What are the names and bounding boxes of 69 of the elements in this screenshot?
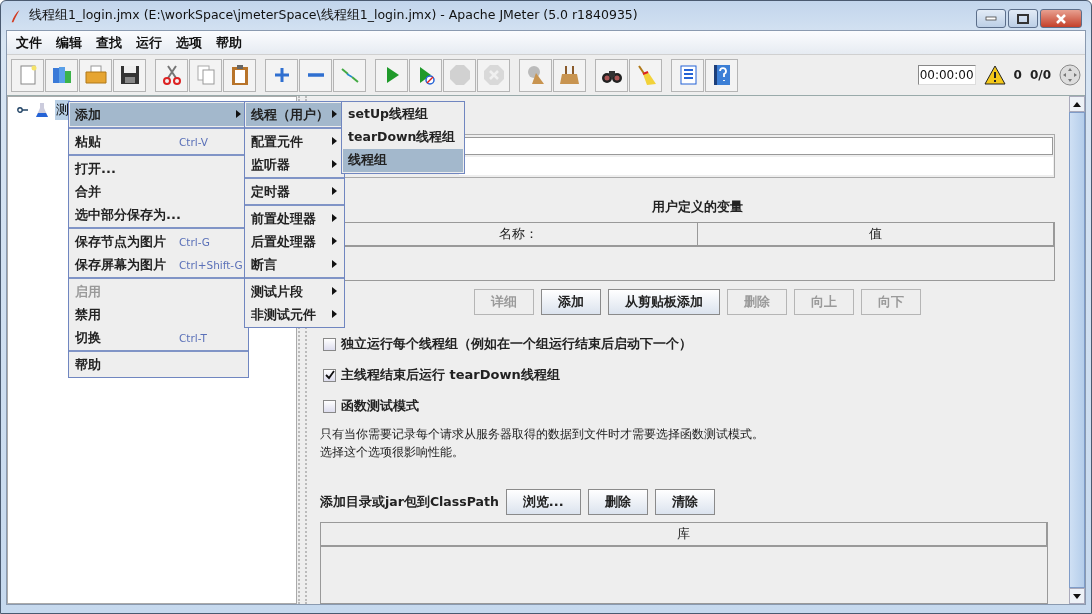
key-icon[interactable] xyxy=(17,106,29,114)
menu-item[interactable]: 切换 Ctrl-T xyxy=(70,326,247,349)
menu-item[interactable]: 选项 xyxy=(169,33,209,52)
checkbox[interactable] xyxy=(323,399,336,413)
restore-icon xyxy=(1017,13,1029,24)
menu-item[interactable]: 后置处理器 xyxy=(246,230,343,253)
classpath-button[interactable]: 删除 xyxy=(587,489,648,515)
minus-icon xyxy=(307,73,324,77)
table-button[interactable]: 从剪贴板添加 xyxy=(608,289,720,315)
menu-item[interactable]: tearDown线程组 xyxy=(343,126,463,149)
menu-item[interactable]: 文件 xyxy=(9,33,49,52)
checkbox-label: 函数测试模式 xyxy=(341,397,419,415)
scroll-up-button[interactable] xyxy=(1069,96,1085,112)
menu-item[interactable]: 线程组 xyxy=(343,149,463,172)
error-count: 0 xyxy=(1013,68,1022,82)
warning-icon[interactable] xyxy=(983,65,1006,85)
section-title: 用户定义的变量 xyxy=(651,198,744,216)
elapsed-time: 00:00:00 xyxy=(917,65,976,85)
menu-item[interactable]: 打开... xyxy=(70,157,247,180)
menu-item[interactable]: 选中部分保存为... xyxy=(70,203,247,226)
up-arrow-icon xyxy=(1073,101,1081,107)
octagon-x-icon xyxy=(481,63,506,87)
menu-item[interactable]: 非测试元件 xyxy=(246,303,343,326)
help-text: 选择这个选项很影响性能。 xyxy=(320,444,465,461)
menu-item[interactable]: 定时器 xyxy=(246,180,343,203)
menu-item[interactable]: 编辑 xyxy=(49,33,89,52)
close-button[interactable] xyxy=(1040,9,1082,28)
classpath-button[interactable]: 清除 xyxy=(654,489,715,515)
menu-item[interactable]: 运行 xyxy=(129,33,169,52)
column-header[interactable]: 库 xyxy=(321,523,1047,545)
menu-item[interactable]: 禁用 xyxy=(70,303,247,326)
menu-item[interactable]: 粘贴 Ctrl-V xyxy=(70,130,247,153)
thread-count: 0/0 xyxy=(1029,68,1051,82)
checkbox-label: 独立运行每个线程组（例如在一个组运行结束后启动下一个） xyxy=(341,335,692,353)
table-button[interactable]: 添加 xyxy=(541,289,601,315)
remote-status-icon xyxy=(1059,64,1081,86)
menu-item[interactable]: 断言 xyxy=(246,253,343,276)
toolbar-button[interactable] xyxy=(113,58,146,92)
menu-item[interactable]: 保存节点为图片 Ctrl-G xyxy=(70,230,247,253)
menu-item[interactable]: 查找 xyxy=(89,33,129,52)
check-icon xyxy=(324,370,335,380)
menu-item[interactable]: 帮助 xyxy=(70,353,247,376)
down-arrow-icon xyxy=(1073,593,1081,599)
checkbox-label: 主线程结束后运行 tearDown线程组 xyxy=(341,366,560,384)
menu-item[interactable]: 帮助 xyxy=(209,33,249,52)
menu-item[interactable]: 测试片段 xyxy=(246,280,343,303)
stop-icon xyxy=(447,63,472,87)
close-icon xyxy=(1055,13,1067,24)
toolbar-button[interactable] xyxy=(705,58,738,92)
menu-item[interactable]: 合并 xyxy=(70,180,247,203)
menu-item[interactable]: setUp线程组 xyxy=(343,103,463,126)
classpath-button[interactable]: 浏览... xyxy=(505,489,581,515)
menu-item[interactable]: 添加 xyxy=(70,103,247,126)
scroll-down-button[interactable] xyxy=(1069,588,1085,604)
classpath-label: 添加目录或jar包到ClassPath xyxy=(320,493,499,511)
open-folder-icon xyxy=(83,63,108,87)
column-header[interactable]: 值 xyxy=(697,223,1054,245)
checkbox[interactable] xyxy=(323,337,336,351)
flask-icon xyxy=(35,102,49,118)
menu-item[interactable]: 前置处理器 xyxy=(246,207,343,230)
menu-item[interactable]: 保存屏幕为图片 Ctrl+Shift-G xyxy=(70,253,247,276)
window-title: 线程组1_login.jmx (E:\workSpace\jmeterSpace\线程组1_login.jmx) - Apache JMeter (5.0 r1840935) xyxy=(29,7,638,24)
checkbox[interactable] xyxy=(323,368,336,382)
toolbar-button[interactable] xyxy=(595,58,628,92)
maximize-button[interactable] xyxy=(1008,9,1038,28)
menu-item[interactable]: 线程（用户） xyxy=(246,103,343,126)
help-text: 只有当你需要记录每个请求从服务器取得的数据到文件时才需要选择函数测试模式。 xyxy=(320,426,765,443)
minimize-button[interactable] xyxy=(976,9,1006,28)
minimize-icon xyxy=(985,16,997,21)
